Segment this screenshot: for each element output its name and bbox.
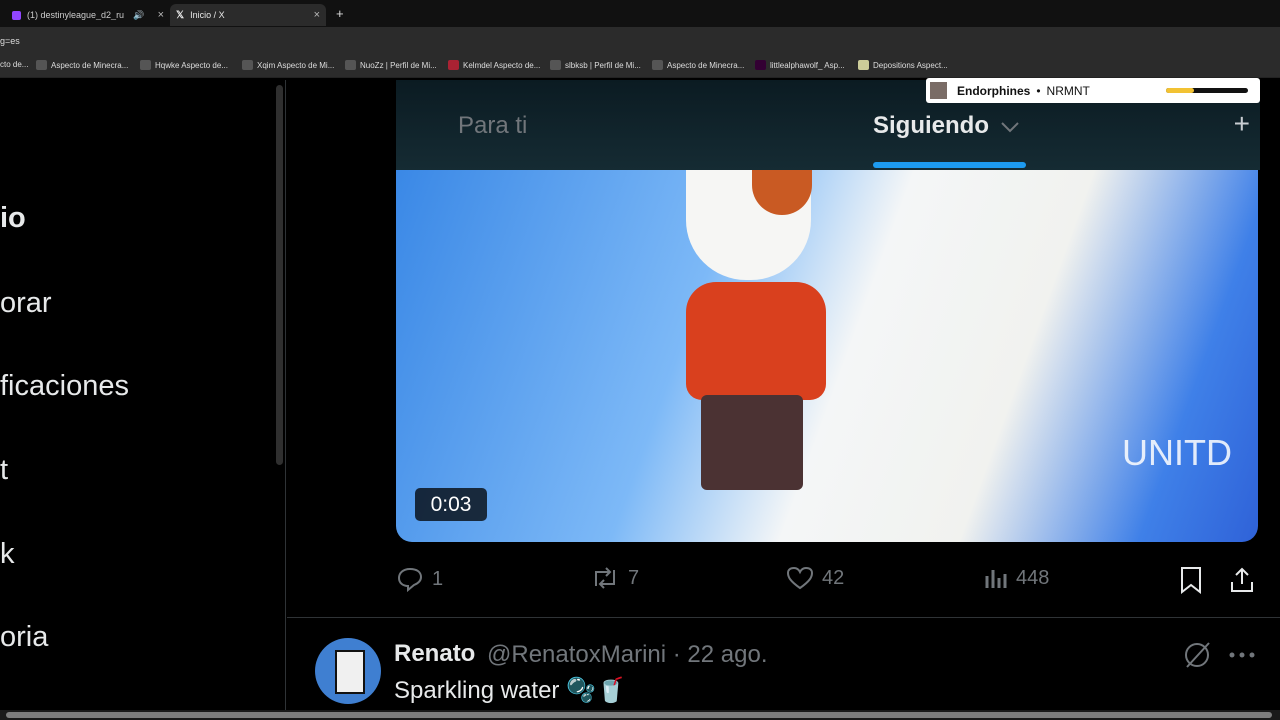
speaker-icon[interactable]: 🔊 <box>133 10 144 21</box>
chevron-down-icon[interactable] <box>1000 113 1020 141</box>
like-count: 42 <box>822 566 845 589</box>
share-button[interactable] <box>1229 566 1255 594</box>
repost-icon <box>590 566 620 590</box>
bookmarks-bar: cto de... Aspecto de Minecra... Hqwke As… <box>0 55 1280 78</box>
heart-icon <box>786 566 814 590</box>
bookmark-item[interactable]: Aspecto de Minecra... <box>36 60 128 70</box>
bookmark-item[interactable]: cto de... <box>0 60 28 69</box>
avatar-face <box>335 650 365 694</box>
artist-name: NRMNT <box>1046 83 1090 98</box>
add-tab-icon[interactable]: + <box>1234 108 1250 140</box>
reply-icon <box>396 566 424 592</box>
browser-tab-x[interactable]: 𝕏 Inicio / X × <box>170 4 326 26</box>
x-logo-icon: 𝕏 <box>176 9 185 21</box>
bookmark-icon <box>1179 566 1203 594</box>
nav-item-bookmarks[interactable]: k <box>0 538 15 571</box>
views-count: 448 <box>1016 566 1050 589</box>
tab-following[interactable]: Siguiendo <box>873 112 1020 141</box>
tweet-text: Sparkling water 🫧🥤 <box>394 677 626 704</box>
avatar[interactable] <box>315 638 381 704</box>
video-figure-body <box>686 282 826 400</box>
skin-icon <box>140 60 151 70</box>
like-button[interactable]: 42 <box>786 566 844 590</box>
nav-item-history[interactable]: oria <box>0 621 48 654</box>
tweet-video[interactable]: UNITD 0:03 <box>396 170 1258 542</box>
video-duration: 0:03 <box>415 488 487 521</box>
more-options-icon[interactable] <box>1228 648 1256 666</box>
tweet-author-name[interactable]: Renato <box>394 640 475 668</box>
views-button[interactable]: 448 <box>984 566 1049 590</box>
close-tab-icon[interactable]: × <box>314 9 320 21</box>
new-tab-button[interactable]: + <box>336 6 344 21</box>
nav-item-grok[interactable]: t <box>0 454 8 487</box>
skin-icon <box>448 60 459 70</box>
bookmark-item[interactable]: littlealphawolf_ Asp... <box>755 60 845 70</box>
share-icon <box>1229 566 1255 594</box>
reply-button[interactable]: 1 <box>396 566 443 592</box>
tweet-author-handle[interactable]: @RenatoxMarini · 22 ago. <box>487 641 768 669</box>
widget-separator: • <box>1036 83 1041 98</box>
sidebar-scrollbar[interactable] <box>276 85 283 465</box>
minecraft-icon <box>36 60 47 70</box>
nav-item-notifications[interactable]: ficaciones <box>0 370 129 403</box>
bookmark-button[interactable] <box>1179 566 1203 594</box>
tab-label: Inicio / X <box>190 10 225 20</box>
bookmark-item[interactable]: NuoZz | Perfil de Mi... <box>345 60 437 70</box>
repost-button[interactable]: 7 <box>590 566 639 590</box>
browser-tab-bar: (1) destinyleague_d2_ru - Tw 🔊 × 𝕏 Inici… <box>0 0 1280 27</box>
tweet-actions: 1 7 42 448 <box>396 560 1260 600</box>
tab-following-label: Siguiendo <box>873 112 989 139</box>
video-watermark: UNITD <box>1122 432 1232 473</box>
skin-icon <box>755 60 766 70</box>
repost-count: 7 <box>628 566 640 589</box>
grok-icon[interactable] <box>1182 640 1212 675</box>
playback-progress <box>1166 88 1248 93</box>
minecraft-icon <box>652 60 663 70</box>
playback-progress-fill <box>1166 88 1194 93</box>
address-bar[interactable]: g=es <box>0 27 1280 55</box>
now-playing-widget: Endorphines • NRMNT <box>926 78 1260 103</box>
active-tab-indicator <box>873 162 1026 168</box>
bookmark-item[interactable]: Kelmdel Aspecto de... <box>448 60 540 70</box>
left-navigation: io orar ficaciones t k oria <box>0 80 280 710</box>
browser-tab-twitch[interactable]: (1) destinyleague_d2_ru - Tw 🔊 × <box>0 4 170 26</box>
tab-for-you[interactable]: Para ti <box>458 112 527 140</box>
reply-count: 1 <box>432 567 444 590</box>
analytics-icon <box>984 566 1008 590</box>
tab-label: (1) destinyleague_d2_ru - Tw <box>27 10 127 20</box>
nav-item-home[interactable]: io <box>0 202 26 235</box>
scrollbar-thumb[interactable] <box>6 712 1272 718</box>
nav-item-explore[interactable]: orar <box>0 287 52 320</box>
video-figure-legs <box>701 395 803 490</box>
skin-icon <box>242 60 253 70</box>
track-title: Endorphines <box>957 83 1031 98</box>
skin-icon <box>550 60 561 70</box>
tweet-separator <box>287 617 1280 618</box>
column-divider <box>285 80 286 710</box>
horizontal-scrollbar[interactable] <box>0 710 1280 720</box>
address-text: g=es <box>0 36 20 46</box>
bookmark-item[interactable]: Hqwke Aspecto de... <box>140 60 228 70</box>
bookmark-item[interactable]: slbksb | Perfil de Mi... <box>550 60 641 70</box>
skin-icon <box>858 60 869 70</box>
minecraft-icon <box>345 60 356 70</box>
bookmark-item[interactable]: Depositions Aspect... <box>858 60 948 70</box>
album-art <box>930 82 947 99</box>
bookmark-item[interactable]: Xqim Aspecto de Mi... <box>242 60 334 70</box>
twitch-icon <box>12 10 21 20</box>
close-tab-icon[interactable]: × <box>158 9 164 21</box>
bookmark-item[interactable]: Aspecto de Minecra... <box>652 60 744 70</box>
